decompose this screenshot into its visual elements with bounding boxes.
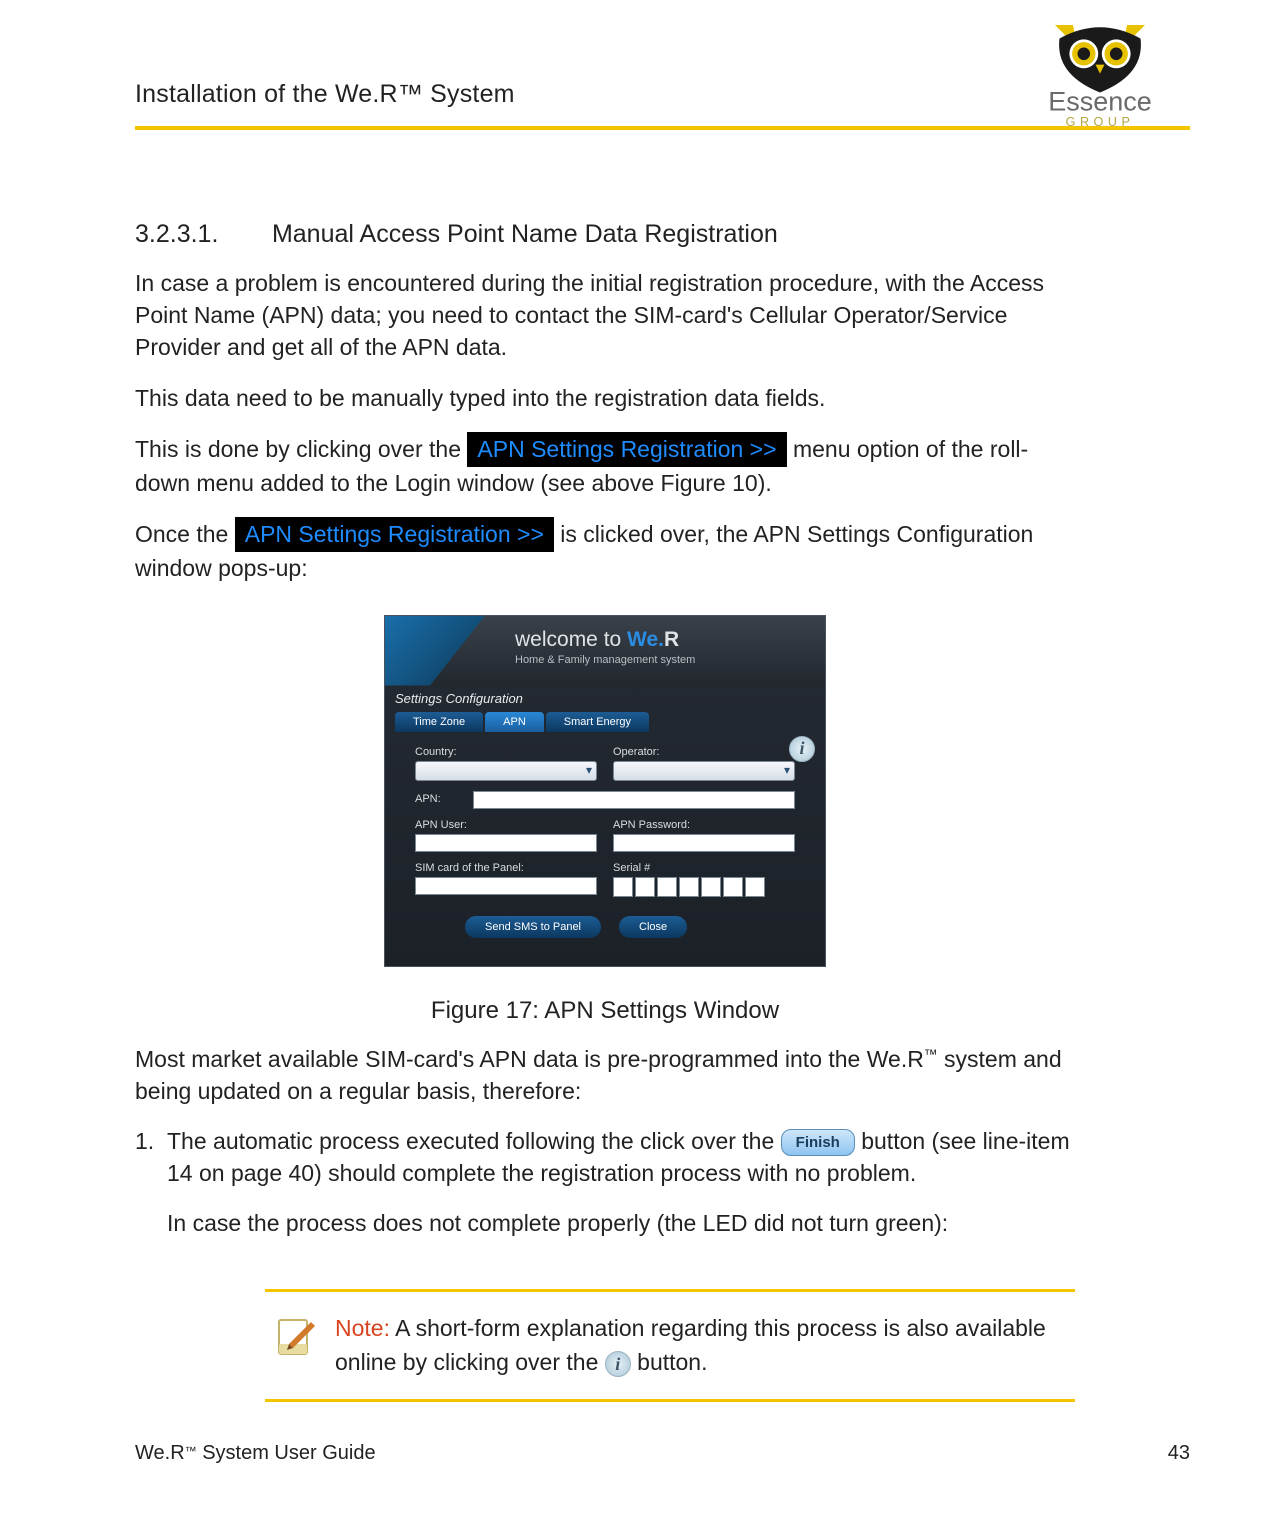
page-header-title: Installation of the We.R™ System (135, 80, 515, 109)
list-number: 1. (135, 1125, 154, 1157)
note-label: Note: (335, 1315, 390, 1341)
sim-card-label: SIM card of the Panel: (415, 862, 597, 874)
note-callout: Note: A short-form explanation regarding… (265, 1289, 1075, 1402)
serial-label: Serial # (613, 862, 795, 874)
apn-settings-tag-2: APN Settings Registration >> (235, 517, 554, 552)
paragraph-click-over: This is done by clicking over the APN Se… (135, 432, 1075, 499)
section-title: Manual Access Point Name Data Registrati… (272, 220, 778, 248)
apn-label: APN: (415, 793, 457, 805)
apn-user-input[interactable] (415, 834, 597, 852)
apn-settings-window-figure: welcome to We.R Home & Family management… (384, 615, 826, 967)
country-label: Country: (415, 746, 597, 758)
logo-brand-text: Essence (1048, 87, 1152, 117)
operator-label: Operator: (613, 746, 795, 758)
logo-group-text: GROUP (1066, 115, 1135, 129)
tab-smart-energy[interactable]: Smart Energy (546, 712, 649, 732)
sim-card-input[interactable] (415, 877, 597, 895)
apn-password-label: APN Password: (613, 819, 795, 831)
country-select[interactable] (415, 761, 597, 781)
tab-apn[interactable]: APN (485, 712, 544, 732)
apn-user-label: APN User: (415, 819, 597, 831)
apn-settings-tag: APN Settings Registration >> (467, 432, 786, 467)
footer-guide-title: We.R™ System User Guide (135, 1442, 376, 1464)
list-item-1: 1. The automatic process executed follow… (135, 1125, 1075, 1189)
close-button[interactable]: Close (619, 916, 687, 938)
figure-caption: Figure 17: APN Settings Window (135, 997, 1075, 1025)
section-heading: 3.2.3.1. Manual Access Point Name Data R… (135, 220, 1075, 249)
paragraph-preprogrammed: Most market available SIM-card's APN dat… (135, 1043, 1075, 1107)
paragraph-once-clicked: Once the APN Settings Registration >> is… (135, 517, 1075, 584)
page-number: 43 (1168, 1442, 1190, 1465)
paragraph-typed: This data need to be manually typed into… (135, 382, 1075, 414)
apn-password-input[interactable] (613, 834, 795, 852)
tab-time-zone[interactable]: Time Zone (395, 712, 483, 732)
note-bottom-bar (265, 1399, 1075, 1402)
finish-button: Finish (781, 1129, 855, 1156)
serial-number-input[interactable] (613, 877, 795, 897)
section-number: 3.2.3.1. (135, 220, 265, 249)
operator-select[interactable] (613, 761, 795, 781)
apn-input[interactable] (473, 791, 795, 809)
send-sms-button[interactable]: Send SMS to Panel (465, 916, 601, 938)
essence-logo: Essence GROUP (1000, 0, 1200, 145)
settings-configuration-label: Settings Configuration (395, 691, 523, 706)
apn-window-welcome: welcome to We.R Home & Family management… (515, 628, 695, 666)
note-pencil-icon (275, 1314, 319, 1358)
paragraph-intro: In case a problem is encountered during … (135, 267, 1075, 364)
apn-window-header-graphic (385, 616, 485, 686)
info-icon-inline: i (605, 1351, 631, 1377)
list-item-1-sub: In case the process does not complete pr… (135, 1207, 1075, 1239)
